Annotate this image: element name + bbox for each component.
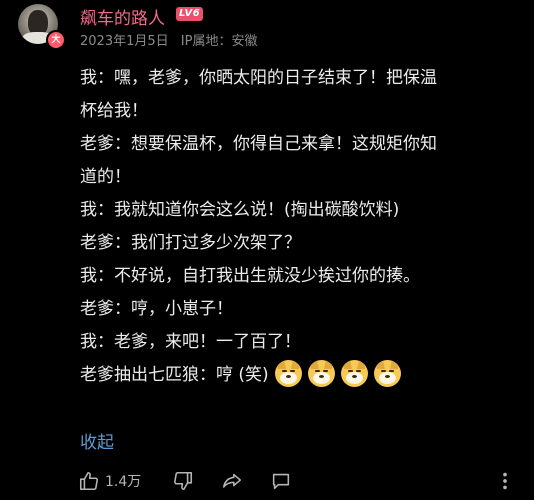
content-line-with-emoji: 老爹抽出七匹狼：哼 (笑) xyxy=(80,359,520,392)
content-line: 道的！ xyxy=(80,167,131,187)
doge-emoji xyxy=(307,360,335,387)
thumbs-up-icon xyxy=(78,470,100,492)
content-line: 我：不好说，自打我出生就没少挨过你的揍。 xyxy=(80,266,420,286)
doge-emoji xyxy=(340,360,368,387)
more-button[interactable] xyxy=(498,468,512,494)
content-line: 老爹：哼，小崽子！ xyxy=(80,299,233,319)
avatar-badge: 大 xyxy=(46,30,66,50)
share-button[interactable] xyxy=(220,468,244,494)
like-button[interactable]: 1.4万 xyxy=(78,468,141,494)
level-badge: LV6 xyxy=(176,7,204,21)
content-line: 老爹：想要保温杯，你得自己来拿！这规矩你知 xyxy=(80,134,437,154)
ip-location: IP属地：安徽 xyxy=(180,34,258,49)
dislike-button[interactable] xyxy=(172,468,194,494)
collapse-link[interactable]: 收起 xyxy=(80,428,114,453)
share-icon xyxy=(220,470,244,492)
comment-button[interactable] xyxy=(270,468,292,494)
post-header: 大 飙车的路人 LV6 2023年1月5日 IP属地：安徽 xyxy=(0,0,534,56)
thumbs-down-icon xyxy=(172,470,194,492)
content-line: 我：我就知道你会这么说！(掏出碳酸饮料) xyxy=(80,200,400,220)
more-vertical-icon xyxy=(498,470,512,492)
content-line: 老爹：我们打过多少次架了？ xyxy=(80,233,301,253)
content-line-text: 老爹抽出七匹狼：哼 (笑) xyxy=(80,365,269,385)
content-line: 我：老爹，来吧！一了百了！ xyxy=(80,332,301,352)
content-line: 我：嘿，老爹，你晒太阳的日子结束了！把保温 xyxy=(80,68,437,88)
comment-icon xyxy=(270,470,292,492)
author-name[interactable]: 飙车的路人 xyxy=(80,4,165,29)
doge-emoji xyxy=(373,360,401,387)
doge-emoji xyxy=(274,360,302,387)
like-count: 1.4万 xyxy=(105,474,142,490)
content-line: 杯给我！ xyxy=(80,101,148,121)
post-content: 我：嘿，老爹，你晒太阳的日子结束了！把保温 杯给我！ 老爹：想要保温杯，你得自己… xyxy=(80,62,520,392)
action-bar: 1.4万 xyxy=(0,462,534,500)
post-meta: 2023年1月5日 IP属地：安徽 xyxy=(80,30,257,49)
post-date: 2023年1月5日 xyxy=(80,34,169,49)
